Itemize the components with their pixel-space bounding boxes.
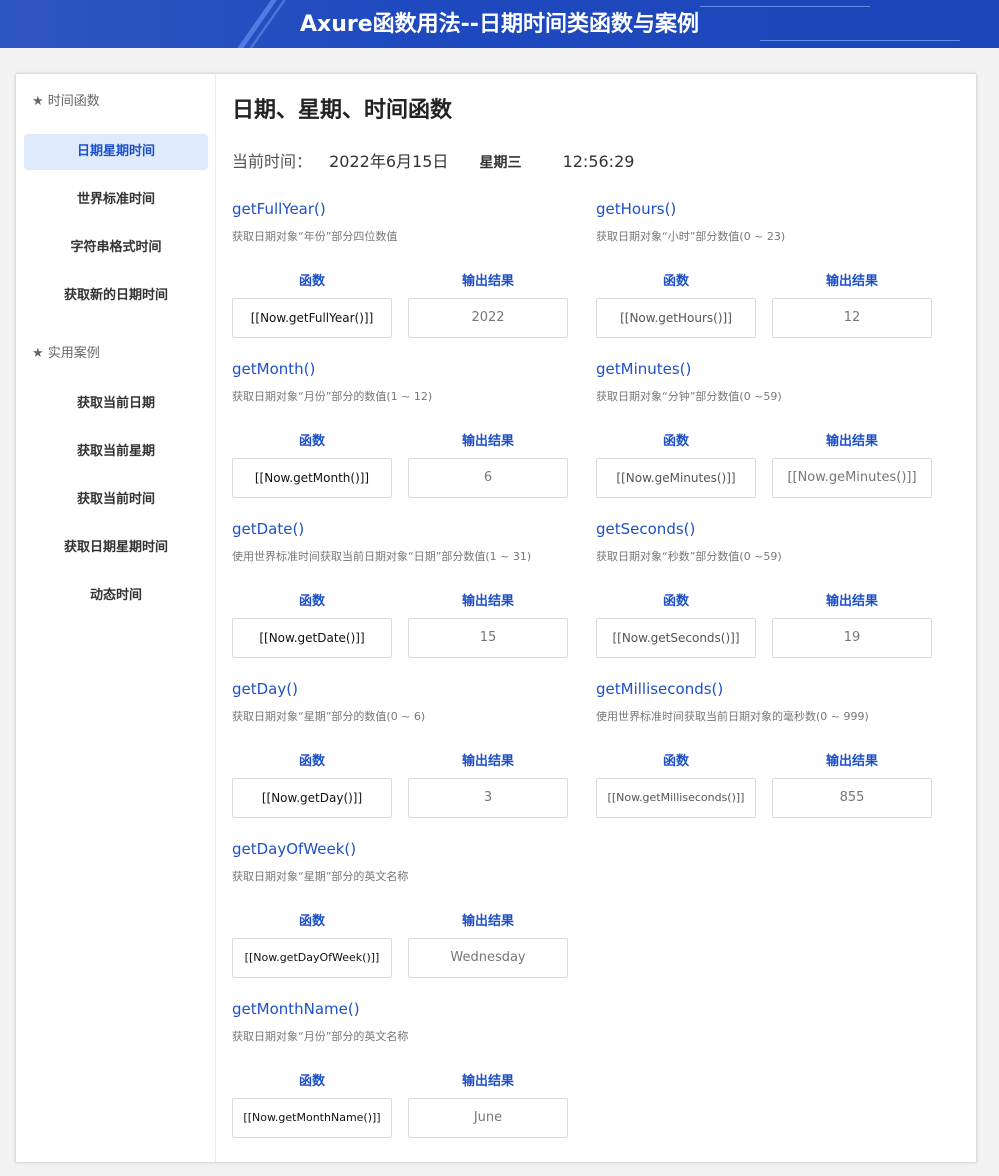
- sidebar-item-date-week-time[interactable]: 日期星期时间: [24, 134, 208, 170]
- function-description: 获取日期对象“分钟”部分数值(0 ~59): [596, 390, 782, 403]
- sidebar-item-dynamic-time[interactable]: 动态时间: [24, 578, 208, 614]
- output-result-field[interactable]: [[Now.geMinutes()]]: [772, 458, 932, 498]
- function-expression-field[interactable]: [[Now.getDate()]]: [232, 618, 392, 658]
- function-column-label: 函数: [298, 1074, 325, 1089]
- output-column-label: 输出结果: [825, 754, 878, 769]
- function-description: 获取日期对象“小时”部分数值(0 ~ 23): [596, 230, 786, 243]
- function-description: 获取日期对象“月份”部分的英文名称: [232, 1030, 409, 1043]
- function-block-getmonth: getMonth() 获取日期对象“月份”部分的数值(1 ~ 12) 函数 输出…: [232, 360, 572, 520]
- function-column-label: 函数: [662, 274, 689, 289]
- output-result-field[interactable]: 6: [408, 458, 568, 498]
- function-name: getFullYear(): [232, 200, 326, 218]
- function-name: getMonthName(): [232, 1000, 360, 1018]
- function-expression-field[interactable]: [[Now.getSeconds()]]: [596, 618, 756, 658]
- sidebar-section-cases: ★ 实用案例: [32, 346, 100, 361]
- sidebar: ★ 时间函数 日期星期时间 世界标准时间 字符串格式时间 获取新的日期时间 ★ …: [16, 74, 216, 1162]
- function-name: getSeconds(): [596, 520, 696, 538]
- function-name: getMinutes(): [596, 360, 692, 378]
- output-column-label: 输出结果: [461, 754, 514, 769]
- output-result-field[interactable]: 15: [408, 618, 568, 658]
- top-banner: Axure函数用法--日期时间类函数与案例: [0, 0, 999, 48]
- function-block-getday: getDay() 获取日期对象“星期”部分的数值(0 ~ 6) 函数 输出结果 …: [232, 680, 572, 840]
- function-block-getfullyear: getFullYear() 获取日期对象“年份”部分四位数值 函数 输出结果 […: [232, 200, 572, 360]
- banner-title: Axure函数用法--日期时间类函数与案例: [300, 12, 699, 37]
- function-description: 获取日期对象“星期”部分的英文名称: [232, 870, 409, 883]
- function-description: 获取日期对象“星期”部分的数值(0 ~ 6): [232, 710, 426, 723]
- output-result-field[interactable]: Wednesday: [408, 938, 568, 978]
- output-column-label: 输出结果: [825, 274, 878, 289]
- output-column-label: 输出结果: [825, 434, 878, 449]
- function-expression-field[interactable]: [[Now.getMilliseconds()]]: [596, 778, 756, 818]
- function-block-getmonthname: getMonthName() 获取日期对象“月份”部分的英文名称 函数 输出结果…: [232, 1000, 572, 1160]
- function-name: getHours(): [596, 200, 677, 218]
- output-result-field[interactable]: 3: [408, 778, 568, 818]
- function-column-label: 函数: [662, 434, 689, 449]
- sidebar-item-current-week[interactable]: 获取当前星期: [24, 434, 208, 470]
- function-block-getseconds: getSeconds() 获取日期对象“秒数”部分数值(0 ~59) 函数 输出…: [596, 520, 936, 680]
- current-time-label: 当前时间：: [232, 152, 313, 171]
- sidebar-item-current-date[interactable]: 获取当前日期: [24, 386, 208, 422]
- function-column-label: 函数: [298, 594, 325, 609]
- function-name: getDay(): [232, 680, 298, 698]
- function-name: getMilliseconds(): [596, 680, 724, 698]
- function-description: 使用世界标准时间获取当前日期对象“日期”部分数值(1 ~ 31): [232, 550, 532, 563]
- sidebar-item-current-time[interactable]: 获取当前时间: [24, 482, 208, 518]
- function-column-label: 函数: [662, 754, 689, 769]
- banner-decoration: [760, 40, 960, 41]
- output-result-field[interactable]: 12: [772, 298, 932, 338]
- content-card: ★ 时间函数 日期星期时间 世界标准时间 字符串格式时间 获取新的日期时间 ★ …: [16, 74, 976, 1162]
- function-expression-field[interactable]: [[Now.getMonthName()]]: [232, 1098, 392, 1138]
- output-result-field[interactable]: 855: [772, 778, 932, 818]
- function-block-getdate: getDate() 使用世界标准时间获取当前日期对象“日期”部分数值(1 ~ 3…: [232, 520, 572, 680]
- output-column-label: 输出结果: [461, 914, 514, 929]
- sidebar-item-new-datetime[interactable]: 获取新的日期时间: [24, 278, 208, 314]
- sidebar-item-date-week-time-case[interactable]: 获取日期星期时间: [24, 530, 208, 566]
- function-block-getmilliseconds: getMilliseconds() 使用世界标准时间获取当前日期对象的毫秒数(0…: [596, 680, 936, 840]
- current-time-row: 当前时间： 2022年6月15日 星期三 12:56:29: [232, 148, 634, 172]
- function-expression-field[interactable]: [[Now.getDay()]]: [232, 778, 392, 818]
- function-description: 获取日期对象“年份”部分四位数值: [232, 230, 398, 243]
- output-column-label: 输出结果: [461, 1074, 514, 1089]
- function-column-label: 函数: [662, 594, 689, 609]
- output-column-label: 输出结果: [461, 274, 514, 289]
- function-name: getMonth(): [232, 360, 316, 378]
- current-date: 2022年6月15日: [329, 152, 449, 171]
- current-weekday: 星期三: [479, 155, 522, 171]
- sidebar-item-utc-time[interactable]: 世界标准时间: [24, 182, 208, 218]
- function-block-getminutes: getMinutes() 获取日期对象“分钟”部分数值(0 ~59) 函数 输出…: [596, 360, 936, 520]
- function-expression-field[interactable]: [[Now.getFullYear()]]: [232, 298, 392, 338]
- function-column-label: 函数: [298, 754, 325, 769]
- output-column-label: 输出结果: [825, 594, 878, 609]
- function-expression-field[interactable]: [[Now.getHours()]]: [596, 298, 756, 338]
- function-column-label: 函数: [298, 914, 325, 929]
- function-name: getDayOfWeek(): [232, 840, 357, 858]
- function-block-gethours: getHours() 获取日期对象“小时”部分数值(0 ~ 23) 函数 输出结…: [596, 200, 936, 360]
- output-result-field[interactable]: 2022: [408, 298, 568, 338]
- function-description: 使用世界标准时间获取当前日期对象的毫秒数(0 ~ 999): [596, 710, 869, 723]
- function-column-label: 函数: [298, 274, 325, 289]
- function-column-label: 函数: [298, 434, 325, 449]
- function-name: getDate(): [232, 520, 305, 538]
- function-description: 获取日期对象“月份”部分的数值(1 ~ 12): [232, 390, 433, 403]
- function-expression-field[interactable]: [[Now.getMonth()]]: [232, 458, 392, 498]
- output-column-label: 输出结果: [461, 434, 514, 449]
- sidebar-section-time-functions: ★ 时间函数: [32, 94, 100, 109]
- output-column-label: 输出结果: [461, 594, 514, 609]
- sidebar-item-string-format-time[interactable]: 字符串格式时间: [24, 230, 208, 266]
- function-expression-field[interactable]: [[Now.geMinutes()]]: [596, 458, 756, 498]
- function-block-getdayofweek: getDayOfWeek() 获取日期对象“星期”部分的英文名称 函数 输出结果…: [232, 840, 572, 1000]
- output-result-field[interactable]: 19: [772, 618, 932, 658]
- function-description: 获取日期对象“秒数”部分数值(0 ~59): [596, 550, 782, 563]
- function-expression-field[interactable]: [[Now.getDayOfWeek()]]: [232, 938, 392, 978]
- page-title: 日期、星期、时间函数: [232, 98, 453, 123]
- current-clock: 12:56:29: [562, 152, 635, 171]
- main-panel: 日期、星期、时间函数 当前时间： 2022年6月15日 星期三 12:56:29…: [216, 74, 976, 1162]
- output-result-field[interactable]: June: [408, 1098, 568, 1138]
